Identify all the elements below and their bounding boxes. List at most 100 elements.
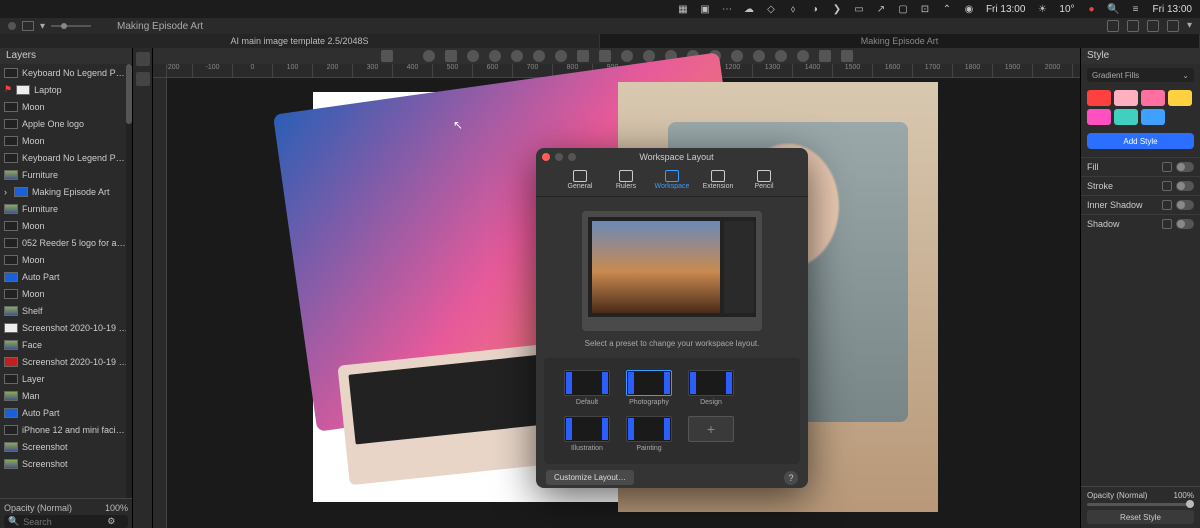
style-selector[interactable]: Gradient Fills ⌄	[1087, 68, 1194, 82]
dialog-tab-general[interactable]: General	[558, 168, 602, 192]
tool-icon[interactable]	[136, 52, 150, 66]
color-swatch[interactable]	[1087, 109, 1111, 125]
menu-extra-icon[interactable]: ▢	[896, 2, 910, 16]
dialog-tab-extension[interactable]: Extension	[696, 168, 740, 192]
dialog-tab-pencil[interactable]: Pencil	[742, 168, 786, 192]
chevron-down-icon[interactable]: ▾	[1187, 20, 1192, 32]
opacity-label[interactable]: Opacity (Normal)	[1087, 491, 1147, 500]
layer-row[interactable]: Furniture	[0, 200, 132, 217]
preset-illustration[interactable]: Illustration	[564, 416, 610, 452]
layer-row[interactable]: Face	[0, 336, 132, 353]
layer-row[interactable]: Screenshot 2020-10-19 at 13.0…	[0, 319, 132, 336]
color-swatch[interactable]	[1168, 90, 1192, 106]
prop-toggle[interactable]	[1176, 181, 1194, 191]
layer-row[interactable]: Auto Part	[0, 404, 132, 421]
color-swatch[interactable]	[1141, 109, 1165, 125]
menu-extra-icon[interactable]: ▭	[852, 2, 866, 16]
layer-row[interactable]: iPhone 12 and mini facing left	[0, 421, 132, 438]
layer-search[interactable]: 🔍 ⚙	[4, 515, 128, 528]
layer-row[interactable]: Moon	[0, 251, 132, 268]
dialog-tab-rulers[interactable]: Rulers	[604, 168, 648, 192]
shape-tool-icon[interactable]	[467, 50, 479, 62]
dialog-tab-workspace[interactable]: Workspace	[650, 168, 694, 192]
prop-checkbox[interactable]	[1162, 181, 1172, 191]
layer-row[interactable]: Moon	[0, 217, 132, 234]
chevron-down-icon[interactable]: ▾	[40, 21, 45, 32]
help-button[interactable]: ?	[784, 471, 798, 485]
layer-row[interactable]: Moon	[0, 285, 132, 302]
adj-tool-icon[interactable]	[731, 50, 743, 62]
fill-tool-icon[interactable]	[489, 50, 501, 62]
menu-extra-icon[interactable]: ☁	[742, 2, 756, 16]
opacity-label[interactable]: Opacity (Normal)	[4, 503, 72, 513]
tab-template[interactable]: AI main image template 2.5/2048S	[0, 34, 600, 48]
menubar-time-2[interactable]: Fri 13:00	[1151, 4, 1194, 15]
sidebar-toggle-icon[interactable]	[8, 22, 16, 30]
toolbar-icon[interactable]	[1167, 20, 1179, 32]
scrollbar[interactable]	[126, 64, 132, 498]
adj-tool-icon[interactable]	[775, 50, 787, 62]
menu-extra-icon[interactable]: ▣	[698, 2, 712, 16]
prop-checkbox[interactable]	[1162, 200, 1172, 210]
crop-tool-icon[interactable]	[577, 50, 589, 62]
layer-row[interactable]: Screenshot 2020-10-19 at 13.0…	[0, 353, 132, 370]
prop-toggle[interactable]	[1176, 219, 1194, 229]
preset-photography[interactable]: Photography	[626, 370, 672, 406]
menu-extra-icon[interactable]: ◑	[808, 2, 822, 16]
menu-extra-icon[interactable]: ⋯	[720, 2, 734, 16]
menu-extra-icon[interactable]: ❯	[830, 2, 844, 16]
prop-checkbox[interactable]	[1162, 219, 1172, 229]
layer-row[interactable]: Moon	[0, 98, 132, 115]
view-mode-icon[interactable]	[22, 21, 34, 31]
hand-tool-icon[interactable]	[841, 50, 853, 62]
layer-row[interactable]: Keyboard No Legend Paint Cop…	[0, 149, 132, 166]
toolbar-icon[interactable]	[1147, 20, 1159, 32]
menu-extra-icon[interactable]: ▦	[676, 2, 690, 16]
toolbar-icon[interactable]	[1107, 20, 1119, 32]
color-swatch[interactable]	[1141, 90, 1165, 106]
layer-row[interactable]: Screenshot	[0, 438, 132, 455]
close-button[interactable]	[542, 153, 550, 161]
layer-row[interactable]: Apple One logo	[0, 115, 132, 132]
layers-list[interactable]: Keyboard No Legend Paint Copy⚑LaptopMoon…	[0, 64, 132, 498]
layer-row[interactable]: Furniture	[0, 166, 132, 183]
expand-icon[interactable]: ›	[4, 187, 10, 197]
notification-icon[interactable]: ●	[1085, 2, 1099, 16]
smudge-tool-icon[interactable]	[533, 50, 545, 62]
clone-tool-icon[interactable]	[555, 50, 567, 62]
color-swatch[interactable]	[1114, 109, 1138, 125]
text-tool-icon[interactable]	[599, 50, 611, 62]
prop-toggle[interactable]	[1176, 162, 1194, 172]
search-input[interactable]	[23, 517, 103, 527]
layer-row[interactable]: Moon	[0, 132, 132, 149]
preset-default[interactable]: Default	[564, 370, 610, 406]
layer-row[interactable]: Auto Part	[0, 268, 132, 285]
toolbar-icon[interactable]	[1127, 20, 1139, 32]
layer-row[interactable]: ⚑Laptop	[0, 81, 132, 98]
adj-tool-icon[interactable]	[797, 50, 809, 62]
star-tool-icon[interactable]	[445, 50, 457, 62]
adj-tool-icon[interactable]	[621, 50, 633, 62]
layer-row[interactable]: Screenshot	[0, 455, 132, 472]
prop-checkbox[interactable]	[1162, 162, 1172, 172]
menu-extra-icon[interactable]: ⊡	[918, 2, 932, 16]
preset-add[interactable]: +	[688, 416, 734, 452]
layer-row[interactable]: Layer	[0, 370, 132, 387]
add-style-button[interactable]: Add Style	[1087, 133, 1194, 149]
menu-extra-icon[interactable]: ↗	[874, 2, 888, 16]
adj-tool-icon[interactable]	[643, 50, 655, 62]
layer-row[interactable]: 052 Reeder 5 logo for artwork	[0, 234, 132, 251]
dropbox-icon[interactable]: ◇	[764, 2, 778, 16]
prop-toggle[interactable]	[1176, 200, 1194, 210]
menu-extra-icon[interactable]: ⬨	[786, 2, 800, 16]
pointer-tool-icon[interactable]	[381, 50, 393, 62]
preset-design[interactable]: Design	[688, 370, 734, 406]
zoom-tool-icon[interactable]	[819, 50, 831, 62]
tool-icon[interactable]	[136, 72, 150, 86]
customize-layout-button[interactable]: Customize Layout…	[546, 470, 634, 485]
tab-episode-art[interactable]: Making Episode Art	[600, 34, 1200, 48]
pen-tool-icon[interactable]	[511, 50, 523, 62]
adj-tool-icon[interactable]	[753, 50, 765, 62]
layer-row[interactable]: Man	[0, 387, 132, 404]
opacity-slider[interactable]	[1087, 503, 1194, 506]
